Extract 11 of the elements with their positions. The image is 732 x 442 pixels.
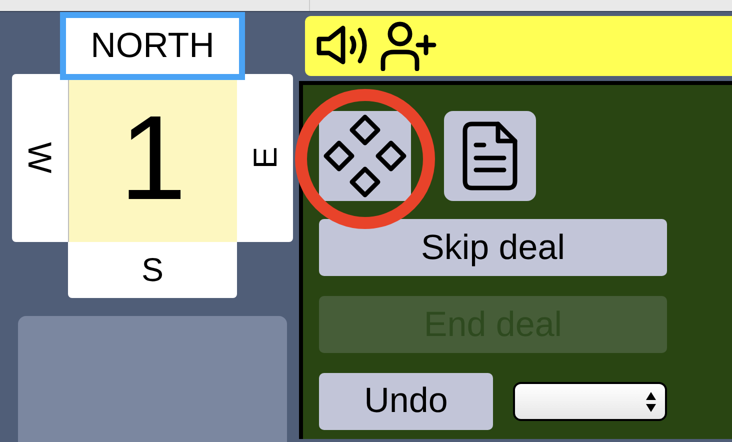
diamonds-icon (322, 113, 408, 199)
add-person-icon[interactable] (380, 21, 438, 71)
updown-arrows-icon (645, 390, 657, 412)
grid-button[interactable] (319, 111, 411, 201)
document-button[interactable] (444, 111, 536, 201)
document-icon (462, 121, 518, 191)
seat-label[interactable]: S (68, 242, 237, 298)
seat-label[interactable]: NORTH (60, 12, 245, 80)
select-field[interactable] (513, 382, 667, 421)
undo-button[interactable]: Undo (319, 373, 493, 430)
action-button[interactable]: Skip deal (319, 219, 667, 276)
